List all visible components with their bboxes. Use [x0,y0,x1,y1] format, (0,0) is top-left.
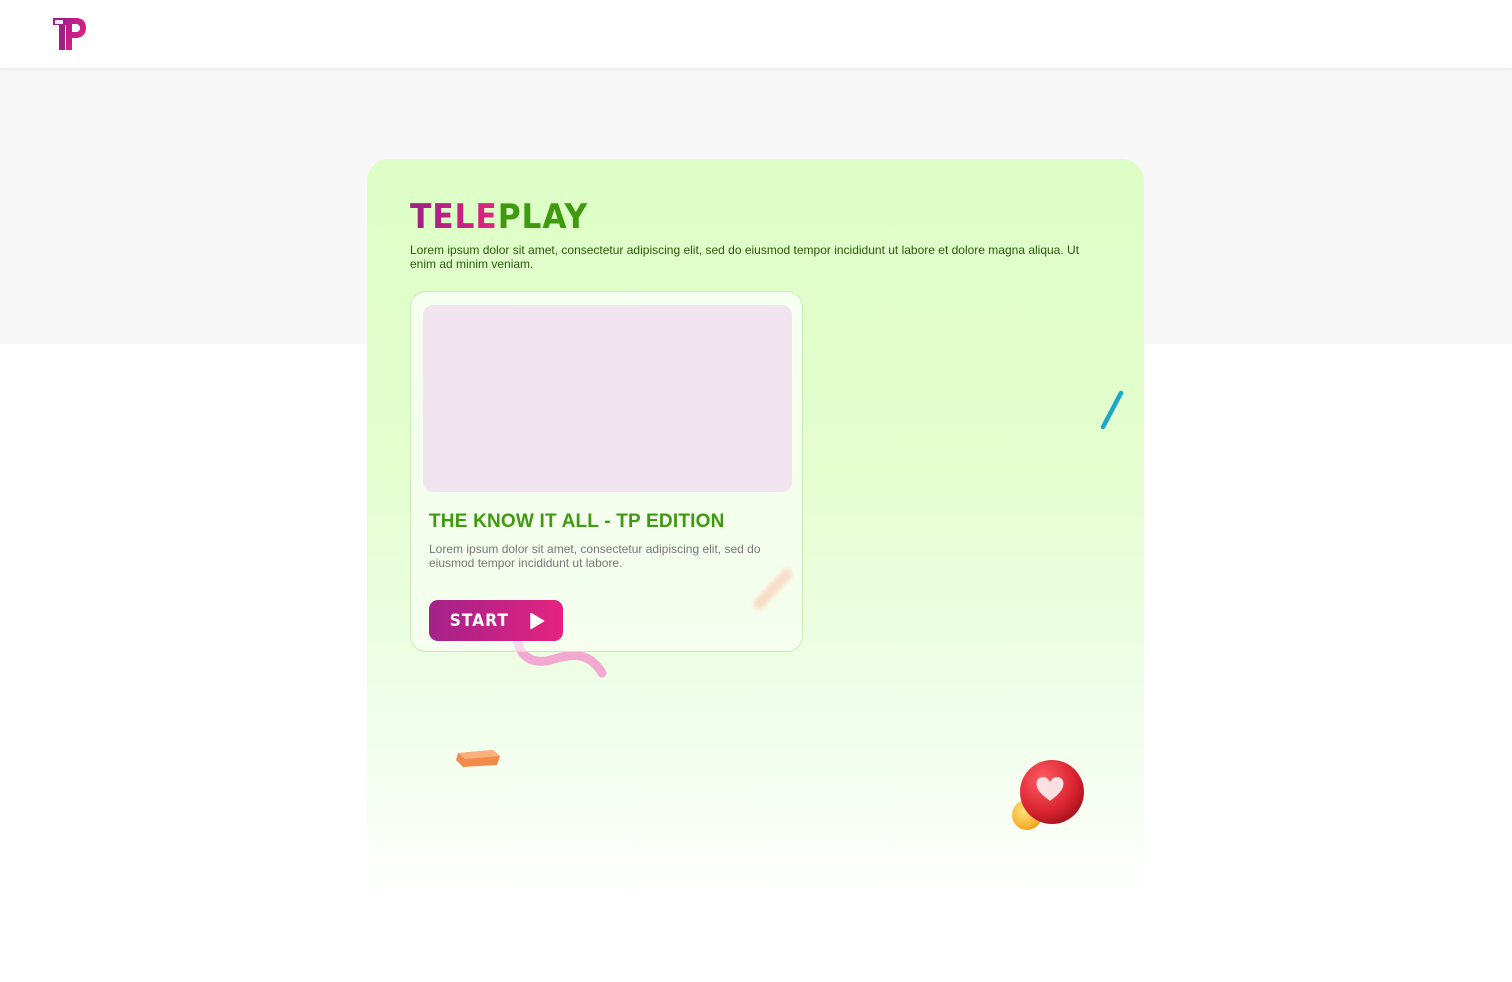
orange-block-decoration-icon [456,750,500,767]
start-button-label: START [449,610,509,631]
game-description: Lorem ipsum dolor sit amet, consectetur … [429,542,761,570]
top-header [0,0,1512,68]
wordmark-tele: TELE [410,197,498,237]
game-thumbnail[interactable] [423,305,792,492]
heart-balloon-decoration-icon [1012,760,1084,830]
start-button[interactable]: START [429,600,563,641]
game-card[interactable]: THE KNOW IT ALL - TP EDITION Lorem ipsum… [410,291,803,652]
play-icon [530,612,545,629]
blue-stick-decoration-icon [1100,390,1124,430]
teleplay-wordmark: TELEPLAY [410,199,588,235]
wordmark-play: PLAY [497,197,589,237]
hero-card: TELEPLAY Lorem ipsum dolor sit amet, con… [367,159,1144,904]
game-title: THE KNOW IT ALL - TP EDITION [429,511,725,532]
hero-description: Lorem ipsum dolor sit amet, consectetur … [410,243,1080,271]
tp-brand-logo-icon[interactable] [52,16,88,52]
